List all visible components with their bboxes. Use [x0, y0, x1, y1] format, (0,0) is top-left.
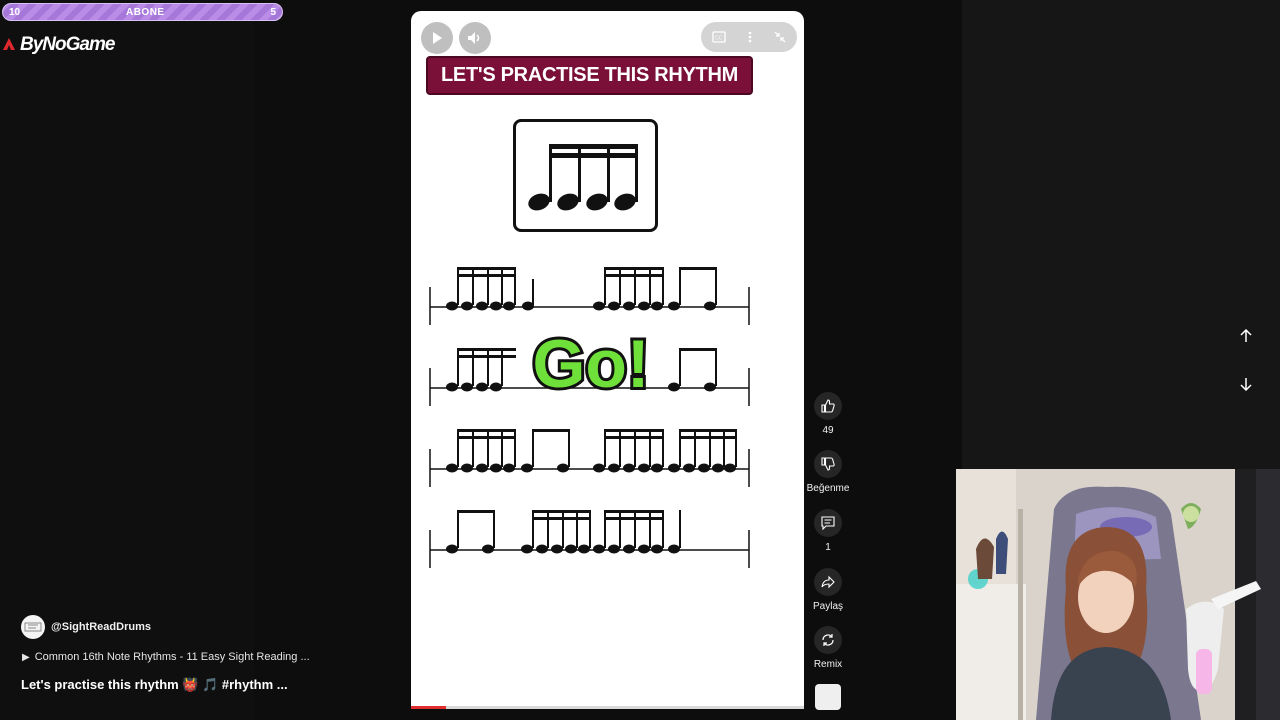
like-icon [821, 399, 835, 413]
stream-left-panel [0, 0, 254, 720]
goal-end-value: 5 [270, 6, 276, 18]
collapse-icon[interactable] [774, 31, 786, 43]
dislike-button[interactable] [814, 450, 842, 478]
like-action[interactable]: 49 [808, 392, 848, 436]
previous-short-button[interactable] [1236, 326, 1256, 346]
dislike-label: Beğenme [806, 483, 850, 494]
remix-button[interactable] [814, 626, 842, 654]
sixteenth-notes-illustration [528, 144, 638, 211]
playlist-link[interactable]: ▶ Common 16th Note Rhythms - 11 Easy Sig… [22, 651, 310, 663]
volume-button[interactable] [459, 22, 491, 54]
arrow-down-icon [1240, 378, 1252, 391]
goal-start-value: 10 [9, 6, 21, 18]
page-background-right [962, 0, 1280, 470]
bynogame-logo: ByNoGame [0, 34, 115, 56]
channel-avatar[interactable] [21, 615, 45, 639]
playlist-title[interactable]: Common 16th Note Rhythms - 11 Easy Sight… [35, 651, 310, 663]
like-count: 49 [822, 425, 834, 436]
go-overlay: Go! [529, 323, 652, 403]
go-text: Go! [532, 326, 649, 402]
like-button[interactable] [814, 392, 842, 420]
comments-action[interactable]: 1 [808, 509, 848, 553]
channel-handle[interactable]: @SightReadDrums [51, 621, 151, 633]
playlist-play-icon: ▶ [22, 651, 30, 663]
dislike-action[interactable]: Beğenme [806, 450, 850, 494]
more-icon[interactable] [748, 31, 752, 43]
volume-icon [468, 32, 480, 44]
share-icon [821, 575, 835, 589]
video-progress-bar[interactable] [411, 706, 804, 709]
video-title: Let's practise this rhythm 👹 🎵 #rhythm .… [21, 677, 288, 692]
webcam-overlay [956, 469, 1280, 720]
comment-icon [821, 516, 835, 530]
play-button[interactable] [421, 22, 453, 54]
video-progress-fill [411, 706, 447, 709]
remix-icon [822, 634, 834, 646]
next-short-button[interactable] [1236, 374, 1256, 394]
comments-count: 1 [825, 542, 831, 553]
player-top-controls: CC [701, 22, 797, 52]
rhythm-banner: LET'S PRACTISE THIS RHYTHM [426, 56, 753, 95]
goal-label: ABONE [125, 6, 165, 18]
channel-avatar-icon [24, 622, 42, 632]
captions-icon[interactable]: CC [712, 31, 726, 43]
logo-text: ByNoGame [20, 34, 115, 55]
arrow-up-icon [1240, 329, 1252, 342]
subscriber-goal-bar: 10 ABONE 5 [2, 3, 283, 21]
shorts-player[interactable]: CC LET'S PRACTISE THIS RHYTHM Go! [411, 11, 804, 709]
channel-info[interactable]: @SightReadDrums [21, 615, 151, 639]
svg-text:CC: CC [715, 36, 723, 42]
sixteenth-notes-box [513, 119, 658, 232]
webcam-scene [956, 469, 1280, 720]
share-button[interactable] [814, 568, 842, 596]
share-label: Paylaş [812, 601, 843, 612]
play-icon [433, 32, 442, 44]
sound-thumbnail[interactable] [808, 684, 848, 710]
rhythm-staves [429, 267, 750, 568]
remix-action[interactable]: Remix [808, 626, 848, 670]
remix-label: Remix [813, 659, 843, 670]
share-action[interactable]: Paylaş [808, 568, 848, 612]
dislike-icon [821, 457, 835, 471]
bynogame-logo-mark [3, 38, 15, 50]
comments-button[interactable] [814, 509, 842, 537]
sound-thumbnail-image[interactable] [815, 684, 841, 710]
